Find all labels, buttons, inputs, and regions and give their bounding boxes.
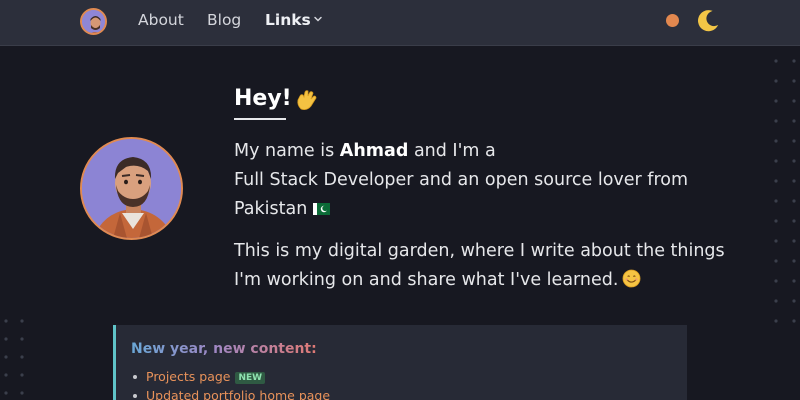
- pakistan-flag-icon: [313, 203, 331, 215]
- intro-suffix: and I'm a: [413, 141, 496, 161]
- avatar-icon[interactable]: [80, 8, 107, 35]
- callout-title: New year, new content:: [131, 341, 317, 357]
- projects-page-link[interactable]: Projects page: [146, 369, 230, 384]
- intro-paragraph: My name is Ahmad and I'm a Full Stack De…: [234, 137, 714, 224]
- dot-grid-left: [4, 319, 24, 395]
- dot-grid-right: [774, 59, 796, 323]
- announcement-list: Projects page NEW Updated portfolio home …: [132, 367, 330, 400]
- nav-blog-link[interactable]: Blog: [207, 11, 241, 29]
- new-badge: NEW: [235, 372, 266, 384]
- author-name: Ahmad: [339, 141, 409, 161]
- moon-icon[interactable]: [694, 8, 720, 34]
- country-name: Pakistan: [234, 199, 308, 219]
- garden-text: This is my digital garden, where I write…: [234, 241, 725, 290]
- role-line: Full Stack Developer and an open source …: [234, 170, 689, 190]
- greeting-underline: [234, 118, 286, 120]
- smiling-face-icon: [623, 269, 641, 288]
- portfolio-page-link[interactable]: Updated portfolio home page: [146, 388, 330, 400]
- accent-dot-icon[interactable]: [666, 14, 679, 27]
- announcement-callout: New year, new content: Projects page NEW …: [113, 325, 687, 400]
- chevron-down-icon[interactable]: [313, 14, 323, 24]
- nav-about-link[interactable]: About: [138, 11, 184, 29]
- list-item[interactable]: Projects page NEW: [132, 367, 330, 386]
- waving-hand-icon: [297, 90, 317, 110]
- nav-links-menu[interactable]: Links: [265, 11, 311, 29]
- intro-prefix: My name is: [234, 141, 335, 161]
- profile-avatar: [80, 137, 183, 240]
- list-item[interactable]: Updated portfolio home page: [132, 386, 330, 400]
- top-nav: About Blog Links: [0, 0, 800, 46]
- greeting-heading: Hey!: [234, 86, 292, 111]
- garden-paragraph: This is my digital garden, where I write…: [234, 237, 734, 295]
